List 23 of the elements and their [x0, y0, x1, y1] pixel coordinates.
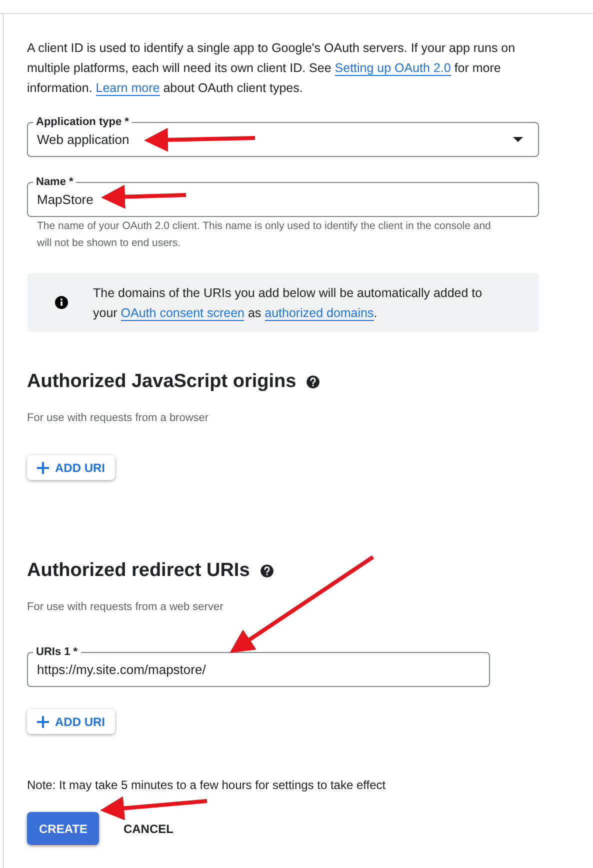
cancel-button[interactable]: CANCEL	[123, 812, 174, 845]
section-heading: Authorized redirect URIs	[27, 559, 250, 583]
add-uri-button[interactable]: ADD URI	[27, 455, 115, 480]
field-label: Application type *	[33, 115, 132, 129]
plus-icon	[37, 462, 49, 474]
caret-icon	[513, 137, 523, 142]
note-text: Note: It may take 5 minutes to a few hours for settings to take effect	[27, 777, 387, 793]
help-icon[interactable]	[306, 375, 320, 389]
paragraph: A client ID is used to identify a single app to Google's OAuth servers. If your app runs on multiple platforms, each will need its own client ID. See Setting up OAuth 2.0 for more information. Learn more about OAuth client types.	[27, 40, 516, 98]
section-subtitle: For use with requests from a web server	[27, 600, 224, 615]
add-uri-button[interactable]: ADD URI	[27, 709, 115, 734]
link[interactable]: Setting up OAuth 2.0	[334, 61, 451, 76]
info-icon	[55, 296, 68, 309]
link[interactable]: Learn more	[96, 81, 160, 96]
section-subtitle: For use with requests from a browser	[27, 411, 210, 426]
plus-icon	[37, 716, 49, 728]
link[interactable]: OAuth consent screen	[120, 306, 244, 320]
section-heading: Authorized JavaScript origins	[27, 370, 296, 394]
help-icon[interactable]	[260, 564, 274, 578]
create-button[interactable]: CREATE	[27, 812, 100, 845]
paragraph: The domains of the URIs you add below will be automatically added to your OAuth consent screen as authorized domains.	[93, 284, 484, 322]
link[interactable]: authorized domains	[264, 306, 374, 320]
helper-text: The name of your OAuth 2.0 client. This name is only used to identify the client in the console and will not be shown to end users.	[36, 219, 492, 251]
